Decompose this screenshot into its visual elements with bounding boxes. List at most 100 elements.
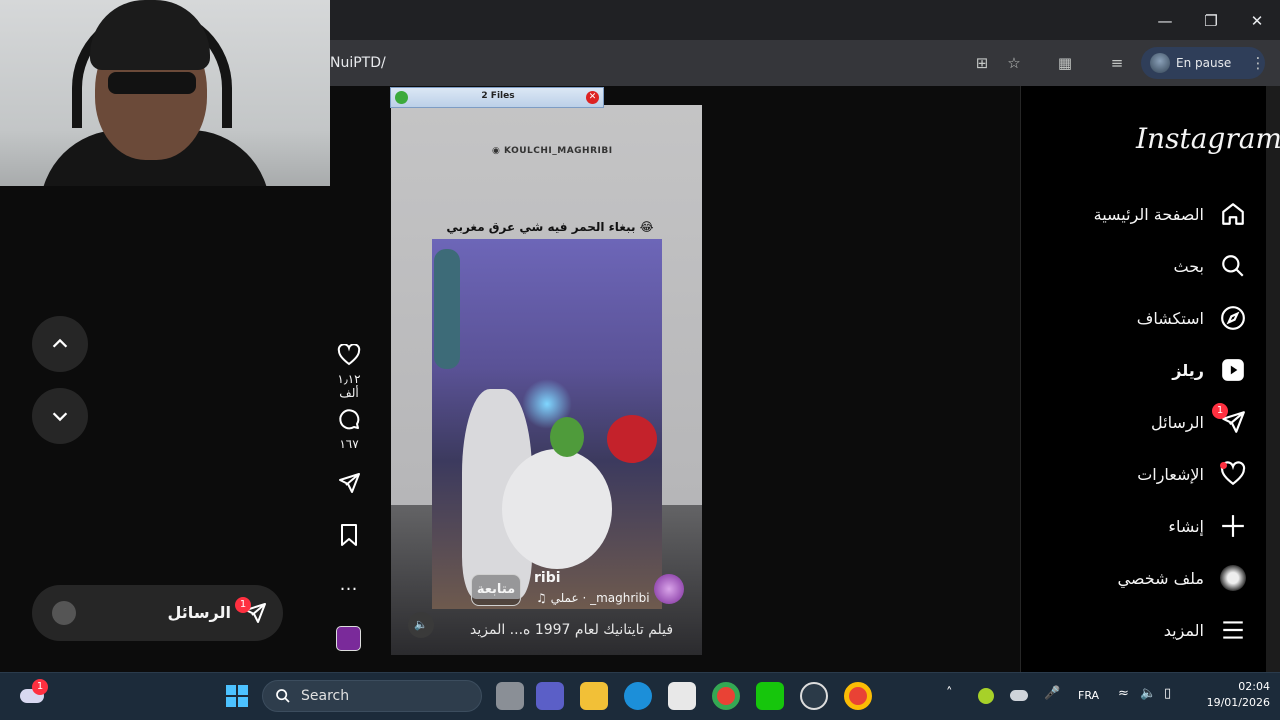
home-icon xyxy=(1220,201,1246,227)
restore-icon[interactable]: ❐ xyxy=(1198,8,1224,34)
like-button[interactable]: ١٫١٢ ألف xyxy=(330,343,368,400)
clock-time: 02:04 xyxy=(1238,680,1270,693)
compass-icon xyxy=(1220,305,1246,331)
reel-audio-label[interactable]: ♫ عملي · _maghribi xyxy=(536,591,650,605)
edge-icon[interactable] xyxy=(624,682,652,710)
like-count: ١٫١٢ ألف xyxy=(337,372,361,400)
reel-account-avatar[interactable] xyxy=(654,574,684,604)
chevron-up-icon xyxy=(52,338,68,348)
plus-icon xyxy=(1220,513,1246,539)
taskbar-search[interactable]: Search xyxy=(262,680,482,712)
url-text[interactable]: NuiPTD/ xyxy=(330,55,386,71)
tray-overflow-icon[interactable]: ˄ xyxy=(946,686,953,701)
sidebar-item-label: المزيد xyxy=(1163,620,1204,640)
sidebar-item-reels[interactable]: ريلز xyxy=(1040,350,1246,390)
sidebar-item-label: إنشاء xyxy=(1168,516,1204,536)
page-scrollbar[interactable] xyxy=(1266,86,1280,672)
speaker-icon: 🔈 xyxy=(414,618,428,631)
reel-description[interactable]: فيلم تايتانيك لعام 1997 ه... المزيد xyxy=(470,622,673,638)
sidebar-item-label: الإشعارات xyxy=(1137,464,1204,484)
reel-handle-text: KOULCHI_MAGHRIBI xyxy=(504,146,613,156)
messages-pill[interactable]: الرسائل 1 xyxy=(32,585,283,641)
share-icon xyxy=(339,473,360,493)
next-reel-button[interactable] xyxy=(32,388,88,444)
kick-icon[interactable] xyxy=(756,682,784,710)
close-icon[interactable]: ✕ xyxy=(586,91,599,104)
save-button[interactable] xyxy=(330,523,368,551)
media-controls-icon[interactable]: ≡ xyxy=(1105,51,1129,75)
store-icon[interactable] xyxy=(668,682,696,710)
sidebar-item-search[interactable]: بحث xyxy=(1040,246,1246,286)
share-button[interactable] xyxy=(330,471,368,499)
sidebar-item-more[interactable]: المزيد xyxy=(1040,610,1246,650)
previous-reel-button[interactable] xyxy=(32,316,88,372)
messages-badge: 1 xyxy=(1212,403,1228,419)
onedrive-icon[interactable] xyxy=(1010,690,1028,701)
battery-icon[interactable]: ▯ xyxy=(1164,686,1171,701)
search-icon xyxy=(276,689,290,703)
menu-icon xyxy=(1220,617,1246,643)
profile-avatar-icon xyxy=(1220,565,1246,591)
webcam-overlay xyxy=(0,0,330,186)
taskbar-search-label: Search xyxy=(301,688,350,704)
chevron-down-icon xyxy=(52,412,68,422)
weather-widget[interactable]: 1 xyxy=(18,679,48,707)
install-app-icon[interactable]: ⊞ xyxy=(970,51,994,75)
reel-watermark-handle: ◉ KOULCHI_MAGHRIBI xyxy=(492,146,613,156)
chrome-profile-icon[interactable] xyxy=(844,682,872,710)
sidebar-item-home[interactable]: الصفحة الرئيسية xyxy=(1040,194,1246,234)
bookmark-star-icon[interactable]: ☆ xyxy=(1002,51,1026,75)
system-clock[interactable]: 02:04 19/01/2026 xyxy=(1190,679,1270,711)
minimize-icon[interactable]: — xyxy=(1152,8,1178,34)
sidebar-item-label: ريلز xyxy=(1172,360,1204,380)
comment-count: ١٦٧ xyxy=(339,437,359,451)
ellipsis-icon: … xyxy=(339,574,359,595)
reels-icon xyxy=(1220,357,1246,383)
language-indicator[interactable]: FRA xyxy=(1078,689,1099,702)
notification-dot xyxy=(1220,462,1227,469)
obs-icon[interactable] xyxy=(800,682,828,710)
start-button[interactable] xyxy=(225,684,249,708)
volume-icon[interactable]: 🔈 xyxy=(1140,686,1156,701)
search-icon xyxy=(1220,253,1246,279)
sidebar-item-label: الصفحة الرئيسية xyxy=(1093,204,1204,224)
comment-button[interactable]: ١٦٧ xyxy=(330,407,368,451)
sidebar-item-notifications[interactable]: الإشعارات xyxy=(1040,454,1246,494)
browser-menu-icon[interactable]: ⋮ xyxy=(1246,51,1270,75)
weather-badge: 1 xyxy=(32,679,48,695)
reel-account-name[interactable]: ribi xyxy=(534,570,561,586)
teams-icon[interactable] xyxy=(536,682,564,710)
sidebar-item-label: استكشاف xyxy=(1136,308,1204,328)
microphone-icon[interactable]: 🎤 xyxy=(1044,686,1060,701)
chrome-icon[interactable] xyxy=(712,682,740,710)
follow-button[interactable]: متابعة xyxy=(471,574,521,606)
files-popup[interactable]: 2 Files ✕ xyxy=(390,87,604,108)
sidebar-item-explore[interactable]: استكشاف xyxy=(1040,298,1246,338)
wifi-icon[interactable]: ≈ xyxy=(1118,686,1129,701)
more-options-button[interactable]: … xyxy=(330,574,368,595)
avatar xyxy=(52,601,76,625)
close-icon[interactable]: ✕ xyxy=(1244,8,1270,34)
sidebar-item-messages[interactable]: الرسائل 1 xyxy=(1040,402,1246,442)
windows-logo-icon xyxy=(226,685,248,707)
sidebar-item-create[interactable]: إنشاء xyxy=(1040,506,1246,546)
reel-video-content xyxy=(432,239,662,609)
instagram-logo[interactable]: Instagram xyxy=(1136,122,1280,155)
sound-toggle-button[interactable]: 🔈 xyxy=(408,612,434,638)
task-view-icon[interactable] xyxy=(496,682,524,710)
sidebar-item-label: ملف شخصي xyxy=(1117,568,1204,588)
comment-icon xyxy=(339,409,360,430)
audio-thumbnail[interactable] xyxy=(336,626,361,651)
profile-avatar xyxy=(1150,53,1170,73)
tray-app-icon[interactable] xyxy=(978,688,994,704)
extensions-icon[interactable]: ▦ xyxy=(1053,51,1077,75)
files-popup-title: 2 Files xyxy=(481,91,515,101)
profile-pause-label: En pause xyxy=(1176,56,1232,70)
heart-icon xyxy=(1220,461,1246,487)
bookmark-icon xyxy=(341,524,357,546)
file-explorer-icon[interactable] xyxy=(580,682,608,710)
sidebar-item-profile[interactable]: ملف شخصي xyxy=(1040,558,1246,598)
messenger-icon: 1 xyxy=(1212,403,1246,435)
reel-overlay-caption: ببغاء الحمر فيه شي عرق مغربي 😂 xyxy=(446,220,654,234)
sidebar-item-label: الرسائل xyxy=(1151,412,1204,432)
